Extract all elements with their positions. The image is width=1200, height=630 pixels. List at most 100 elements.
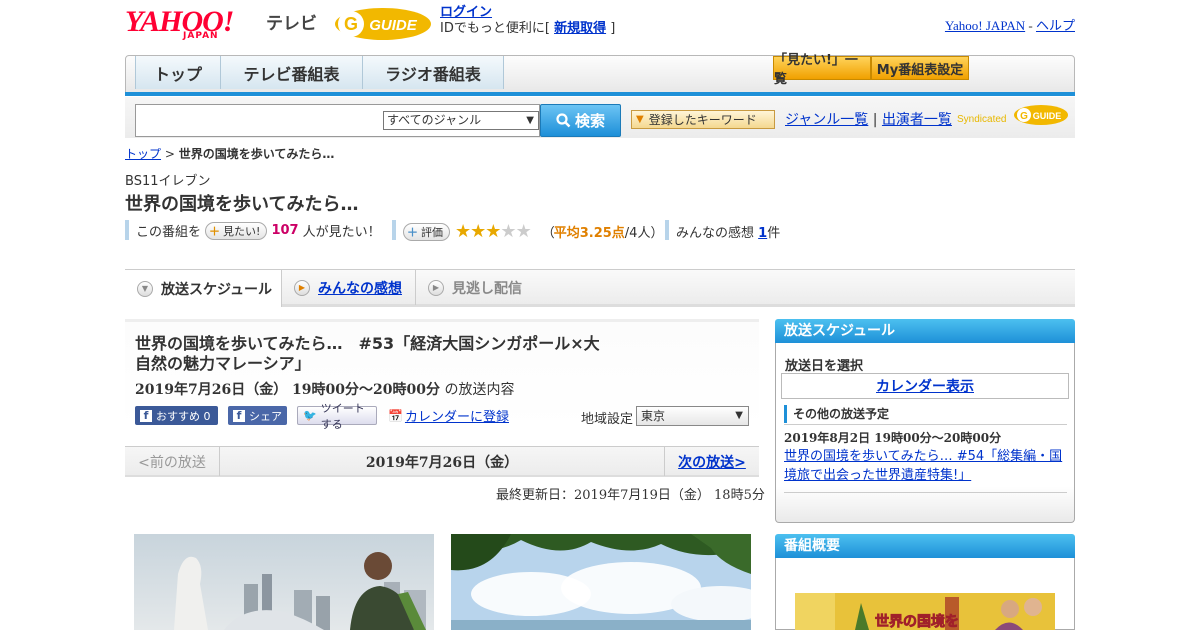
eval-button[interactable]: ＋評価 [403, 222, 450, 241]
login-subtext: IDでもっと便利に[ [440, 21, 550, 36]
star-filled-icon: ★ [455, 221, 471, 242]
want-button[interactable]: ＋見たい! [205, 221, 268, 240]
page-title: 世界の国境を歩いてみたら… [125, 194, 359, 215]
watchlist-button[interactable]: 「見たい!」一覧 [773, 53, 871, 87]
next-schedule-item[interactable]: 世界の国境を歩いてみたら… #54「総集編・国境旅で出会った世界遺産特集!」 [784, 447, 1069, 485]
star-filled-icon: ★ [470, 221, 486, 242]
calendar-display-button[interactable]: カレンダー表示 [781, 373, 1069, 399]
next-broadcast[interactable]: 次の放送> [664, 447, 759, 476]
tv-label: テレビ [266, 14, 317, 34]
station-name: BS11イレブン [125, 174, 211, 189]
chevron-right-icon: ▶ [428, 279, 444, 296]
tab-schedule-label: 放送スケジュール [161, 281, 273, 298]
main-nav: トップ テレビ番組表 ラジオ番組表 「見たい!」一覧 My番組表設定 [125, 53, 1075, 93]
facebook-share-label: シェア [249, 409, 282, 423]
calendar-add-icon: 📅 [388, 408, 403, 423]
tab-reviews-label: みんなの感想 [318, 280, 402, 297]
yahoo-japan-link[interactable]: Yahoo! JAPAN [945, 18, 1025, 33]
star-empty-icon: ★ [515, 221, 532, 242]
want-suffix: 人が見たい！ [302, 225, 381, 240]
chevron-down-icon: ▼ [137, 280, 153, 297]
nav-tab-top[interactable]: トップ [135, 56, 221, 89]
facebook-recommend-button[interactable]: f おすすめ 0 [135, 406, 218, 425]
facebook-share-button[interactable]: f シェア [228, 406, 287, 425]
sidebar-overview: 世界の国境を [775, 558, 1075, 630]
tab-reviews[interactable]: ▶ みんなの感想 [282, 270, 416, 305]
facebook-recommend-label: おすすめ 0 [156, 409, 211, 423]
share-row: f おすすめ 0 f シェア 🐦 ツイートする 📅 カレンダーに登録 地域設定 … [135, 402, 760, 431]
sidebar-schedule-header: 放送スケジュール [775, 319, 1075, 343]
eval-section: ＋評価 ★★★★★ （平均3.25点/4人） [403, 221, 663, 242]
reviews-unit: 件 [767, 226, 781, 241]
registered-keywords-button[interactable]: ▼ 登録したキーワード [631, 110, 775, 129]
syndicated-gguide-logo-icon: Syndicated G GUIDE [957, 105, 1068, 125]
search-button[interactable]: 検索 [540, 104, 621, 137]
twitter-bird-icon: 🐦 [303, 409, 317, 422]
episode-datetime-value: 2019年7月26日（金） 19時00分～20時00分 [135, 382, 440, 398]
program-banner-image: 世界の国境を [795, 593, 1055, 630]
nav-tab-radio[interactable]: ラジオ番組表 [363, 56, 504, 89]
sidebar-schedule: 放送日を選択 カレンダー表示 その他の放送予定 2019年8月2日 19時00分… [775, 343, 1075, 523]
star-filled-icon: ★ [485, 221, 501, 242]
rating-row: この番組を ＋見たい! 107 人が見たい！ ＋評価 ★★★★★ （平均3.25点… [125, 220, 1075, 242]
help-link[interactable]: ヘルプ [1036, 18, 1075, 33]
broadcast-pager: <前の放送 2019年7月26日（金） 次の放送> [125, 446, 759, 477]
tab-missed[interactable]: ▶ 見逃し配信 [416, 270, 546, 305]
svg-text:GUIDE: GUIDE [1033, 111, 1062, 121]
header-sep: - [1028, 18, 1033, 33]
performers-list-link[interactable]: 出演者一覧 [882, 112, 952, 128]
last-updated: 最終更新日：2019年7月19日（金） 18時5分 [496, 488, 765, 503]
next-broadcast-link[interactable]: 次の放送> [678, 452, 746, 472]
tab-schedule[interactable]: ▼ 放送スケジュール [125, 270, 282, 307]
divider-bar [392, 220, 396, 240]
tweet-button[interactable]: 🐦 ツイートする [297, 402, 377, 431]
next-schedule-datetime: 2019年8月2日 19時00分～20時00分 [784, 431, 1002, 445]
search-button-label: 検索 [574, 112, 605, 130]
episode-datetime: 2019年7月26日（金） 19時00分～20時00分 の放送内容 [135, 379, 514, 399]
episode-photo-1 [134, 534, 434, 630]
facebook-icon: f [140, 409, 152, 422]
avg-score: 平均3.25点 [553, 226, 625, 241]
calendar-register-link[interactable]: カレンダーに登録 [405, 406, 509, 425]
calendar-display-link[interactable]: カレンダー表示 [876, 376, 974, 396]
calendar-register[interactable]: 📅 カレンダーに登録 [388, 406, 509, 426]
my-settings-button[interactable]: My番組表設定 [871, 56, 969, 80]
gguide-text: GUIDE [369, 17, 418, 34]
dropdown-arrow-icon: ▼ [526, 115, 534, 126]
episode-title-line1: 世界の国境を歩いてみたら… #53「経済大国シンガポール×大 [135, 334, 600, 353]
breadcrumb-top-link[interactable]: トップ [125, 147, 161, 161]
search-icon [556, 113, 571, 128]
avg-people: /4人） [624, 226, 664, 241]
region-select[interactable]: 東京 ▼ [636, 406, 749, 426]
svg-text:G: G [344, 14, 358, 34]
search-links: ジャンル一覧 | 出演者一覧 [785, 109, 952, 129]
search-links-divider: | [872, 112, 878, 128]
genre-list-link[interactable]: ジャンル一覧 [785, 112, 868, 128]
eval-button-label: 評価 [421, 225, 443, 239]
nav-tab-tv[interactable]: テレビ番組表 [221, 56, 363, 89]
episode-title: 世界の国境を歩いてみたら… #53「経済大国シンガポール×大 自然の魅力マレーシ… [135, 334, 605, 374]
gguide-logo-icon[interactable]: G GUIDE [333, 5, 433, 43]
region-label: 地域設定 [581, 412, 634, 427]
search-row: すべてのジャンル ▼ 検索 ▼ 登録したキーワード ジャンル一覧 | 出演者一覧… [125, 97, 1075, 138]
star-rating: ★★★★★ [455, 221, 532, 242]
pager-date: 2019年7月26日（金） [365, 454, 519, 471]
plus-icon: ＋ [209, 224, 221, 238]
syndicated-text: Syndicated [957, 114, 1006, 125]
divider-bar [665, 220, 669, 240]
login-subtext-end: ] [610, 21, 616, 36]
triangle-down-icon: ▼ [636, 114, 644, 125]
signup-link[interactable]: 新規取得 [554, 21, 606, 36]
want-button-label: 見たい! [223, 224, 261, 238]
registered-keywords-label: 登録したキーワード [648, 113, 757, 127]
want-prefix: この番組を [136, 225, 202, 240]
reviews-count-link[interactable]: 1 [758, 226, 767, 241]
next-schedule-title-link[interactable]: 世界の国境を歩いてみたら… #54「総集編・国境旅で出会った世界遺産特集!」 [784, 449, 1062, 483]
genre-select[interactable]: すべてのジャンル ▼ [383, 111, 539, 130]
prev-broadcast[interactable]: <前の放送 [125, 447, 220, 476]
login-link[interactable]: ログイン [440, 5, 492, 20]
dropdown-arrow-icon: ▼ [735, 410, 743, 421]
star-empty-icon: ★ [500, 221, 516, 242]
chevron-right-icon: ▶ [294, 279, 310, 296]
region-select-value: 東京 [641, 409, 666, 423]
